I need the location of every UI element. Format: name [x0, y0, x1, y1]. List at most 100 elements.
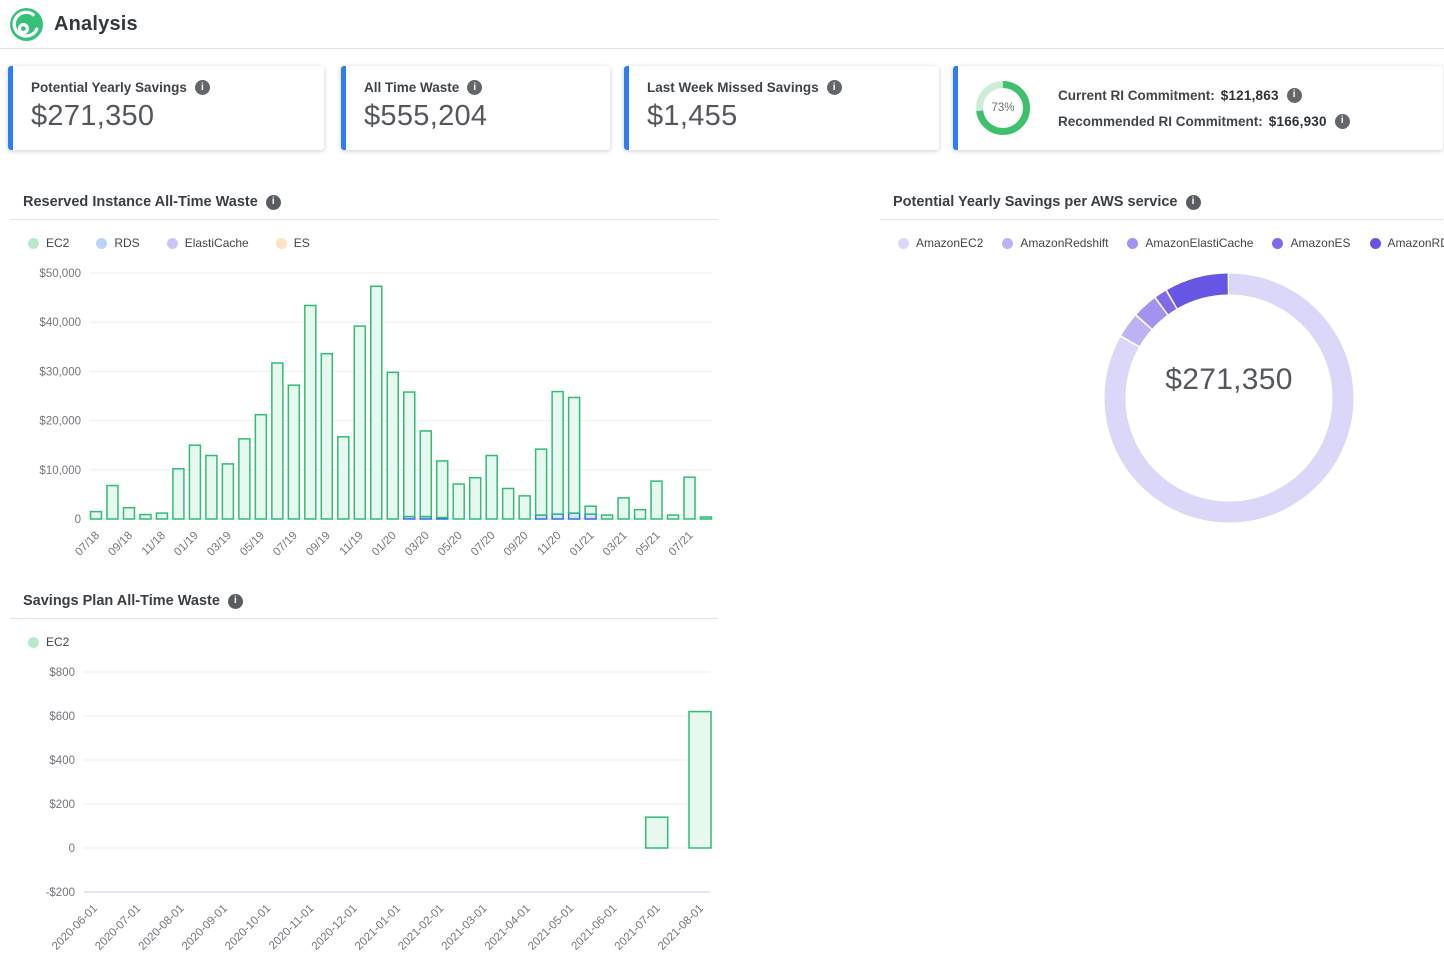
svg-text:07/19: 07/19 [271, 530, 300, 559]
donut-ring[interactable] [1094, 263, 1364, 533]
svg-text:2020-08-01: 2020-08-01 [137, 903, 187, 953]
legend-item-EC2[interactable]: EC2 [28, 236, 69, 250]
svg-text:2020-12-01: 2020-12-01 [310, 903, 360, 953]
svg-text:2020-09-01: 2020-09-01 [180, 903, 230, 953]
svg-text:01/19: 01/19 [172, 530, 201, 559]
svg-text:2021-01-01: 2021-01-01 [353, 903, 403, 953]
legend-item-EC2[interactable]: EC2 [28, 635, 69, 649]
legend-item-AmazonElastiCache[interactable]: AmazonElastiCache [1127, 236, 1253, 250]
recommended-ri-commitment-label: Recommended RI Commitment: [1058, 114, 1263, 129]
legend-item-AmazonEC2[interactable]: AmazonEC2 [898, 236, 983, 250]
svg-text:-$200: -$200 [46, 887, 75, 899]
svg-text:2020-06-01: 2020-06-01 [50, 903, 100, 953]
info-icon[interactable]: i [195, 80, 210, 95]
svg-text:0: 0 [69, 843, 75, 855]
recommended-ri-commitment-row: Recommended RI Commitment: $166,930 i [1058, 114, 1350, 129]
svg-text:07/21: 07/21 [667, 530, 696, 559]
info-icon[interactable]: i [827, 80, 842, 95]
svg-text:11/19: 11/19 [338, 530, 366, 558]
svg-text:03/20: 03/20 [403, 530, 432, 559]
svg-text:$800: $800 [49, 667, 75, 679]
panel-title-row: Reserved Instance All-Time Waste i [10, 194, 718, 220]
svg-text:09/19: 09/19 [304, 530, 333, 559]
svg-text:01/21: 01/21 [568, 530, 597, 559]
sp-all-time-waste-panel: Savings Plan All-Time Waste i EC2 $800 $6… [10, 593, 718, 968]
savings-per-service-panel: Potential Yearly Savings per AWS service… [880, 194, 1443, 538]
svg-text:$40,000: $40,000 [39, 317, 81, 329]
info-icon[interactable]: i [1287, 88, 1302, 103]
panel-title: Reserved Instance All-Time Waste [23, 194, 258, 210]
svg-text:2021-06-01: 2021-06-01 [569, 903, 619, 953]
legend-item-ElastiCache[interactable]: ElastiCache [167, 236, 249, 250]
sp-waste-bar-chart[interactable]: $800 $600 $400 $200 0 -$200 2020-06-012020-07-… [10, 658, 718, 968]
svg-text:$10,000: $10,000 [39, 465, 81, 477]
svg-text:03/21: 03/21 [601, 530, 630, 559]
legend-label: ES [294, 236, 310, 250]
stat-card-label-text: All Time Waste [364, 80, 459, 95]
legend-dot [1370, 238, 1381, 249]
svg-text:2020-07-01: 2020-07-01 [93, 903, 143, 953]
svg-text:07/18: 07/18 [73, 530, 102, 559]
info-icon[interactable]: i [1186, 195, 1201, 210]
svg-text:2021-07-01: 2021-07-01 [613, 903, 663, 953]
legend-item-AmazonES[interactable]: AmazonES [1272, 236, 1350, 250]
legend-label: ElastiCache [185, 236, 249, 250]
recommended-ri-commitment-value: $166,930 [1269, 114, 1327, 129]
current-ri-commitment-row: Current RI Commitment: $121,863 i [1058, 88, 1350, 103]
legend-item-AmazonRedshift[interactable]: AmazonRedshift [1002, 236, 1108, 250]
stat-card-all-time-waste: All Time Waste i $555,204 [341, 66, 610, 150]
stat-card-label-text: Last Week Missed Savings [647, 80, 819, 95]
panel-title-row: Potential Yearly Savings per AWS service… [880, 194, 1443, 220]
svg-text:11/20: 11/20 [536, 530, 564, 558]
panel-title-row: Savings Plan All-Time Waste i [10, 593, 718, 619]
info-icon[interactable]: i [1335, 114, 1350, 129]
svg-text:$200: $200 [49, 799, 75, 811]
legend-dot [1272, 238, 1283, 249]
legend-label: AmazonRDS [1388, 236, 1444, 250]
stat-card-label-text: Potential Yearly Savings [31, 80, 187, 95]
svg-text:2021-08-01: 2021-08-01 [656, 903, 706, 953]
svg-text:$20,000: $20,000 [39, 416, 81, 428]
current-ri-commitment-label: Current RI Commitment: [1058, 88, 1215, 103]
info-icon[interactable]: i [266, 195, 281, 210]
svg-text:2021-05-01: 2021-05-01 [526, 903, 576, 953]
legend-dot [28, 238, 39, 249]
svg-text:$400: $400 [49, 755, 75, 767]
savings-donut-chart[interactable]: $271,350 [1094, 263, 1364, 538]
legend-label: EC2 [46, 236, 69, 250]
legend-label: AmazonEC2 [916, 236, 983, 250]
svg-text:05/19: 05/19 [238, 530, 267, 559]
ri-waste-bar-chart[interactable]: $50,000$40,000$30,000$20,000$10,000007/1… [10, 259, 718, 577]
legend-item-AmazonRDS[interactable]: AmazonRDS [1370, 236, 1444, 250]
svg-text:05/20: 05/20 [436, 530, 465, 559]
stat-cards-row: Potential Yearly Savings i $271,350 All … [8, 66, 1443, 150]
stat-card-label: All Time Waste i [364, 80, 592, 95]
svg-text:07/20: 07/20 [469, 530, 498, 559]
info-icon[interactable]: i [467, 80, 482, 95]
svg-text:$50,000: $50,000 [39, 268, 81, 280]
svg-text:09/20: 09/20 [502, 530, 531, 559]
stat-card-value: $1,455 [647, 100, 921, 133]
svg-text:0: 0 [75, 514, 81, 526]
stat-card-value: $555,204 [364, 100, 592, 133]
spot-logo-icon[interactable] [10, 8, 43, 41]
ri-utilization-gauge: 73% [976, 81, 1030, 135]
legend-label: EC2 [46, 635, 69, 649]
gauge-percent-label: 73% [976, 81, 1030, 135]
svg-text:11/18: 11/18 [140, 530, 168, 558]
svg-text:$600: $600 [49, 711, 75, 723]
legend-label: RDS [114, 236, 139, 250]
stat-card-label: Last Week Missed Savings i [647, 80, 921, 95]
legend-item-RDS[interactable]: RDS [96, 236, 139, 250]
legend-item-ES[interactable]: ES [276, 236, 310, 250]
ri-chart-legend: EC2 RDS ElastiCache ES [28, 233, 718, 253]
panel-title: Savings Plan All-Time Waste [23, 593, 220, 609]
svg-text:2020-10-01: 2020-10-01 [223, 903, 273, 953]
legend-label: AmazonRedshift [1020, 236, 1108, 250]
svg-text:03/19: 03/19 [205, 530, 234, 559]
info-icon[interactable]: i [228, 594, 243, 609]
stat-card-label: Potential Yearly Savings i [31, 80, 306, 95]
svg-text:2021-03-01: 2021-03-01 [440, 903, 490, 953]
stat-card-last-week-missed-savings: Last Week Missed Savings i $1,455 [624, 66, 939, 150]
legend-dot [1002, 238, 1013, 249]
